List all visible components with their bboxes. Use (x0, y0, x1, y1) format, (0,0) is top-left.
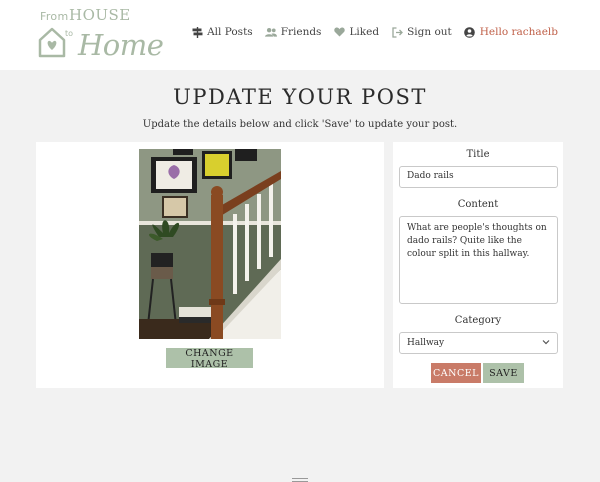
nav-sign-out-label: Sign out (407, 26, 452, 38)
user-circle-icon (464, 26, 476, 38)
page-subtitle: Update the details below and click 'Save… (142, 119, 458, 130)
users-icon (264, 26, 277, 38)
chevron-down-icon (542, 338, 550, 348)
nav-liked[interactable]: Liked (333, 26, 379, 38)
category-label: Category (454, 315, 502, 326)
sign-out-icon (391, 26, 403, 38)
main-nav: All Posts Friends Liked Sign out Hello r… (191, 26, 558, 38)
signpost-icon (191, 26, 203, 38)
post-image (139, 149, 281, 339)
category-select[interactable]: Hallway (399, 332, 558, 354)
nav-all-posts-label: All Posts (207, 26, 253, 38)
navbar: From HOUSE to Home All Posts Friends Lik… (0, 0, 600, 70)
save-button[interactable]: SAVE (483, 363, 524, 383)
site-logo[interactable]: From HOUSE to Home (38, 6, 164, 62)
page-title: UPDATE YOUR POST (173, 85, 427, 109)
cancel-button[interactable]: CANCEL (431, 363, 481, 383)
logo-from: From (40, 10, 69, 23)
content-textarea[interactable]: What are people's thoughts on dado rails… (399, 216, 558, 304)
nav-friends[interactable]: Friends (264, 26, 322, 38)
nav-all-posts[interactable]: All Posts (191, 26, 253, 38)
nav-liked-label: Liked (349, 26, 380, 38)
house-heart-icon (38, 27, 66, 58)
change-image-button[interactable]: CHANGE IMAGE (166, 348, 253, 370)
nav-user-label: Hello rachaelb (479, 26, 558, 38)
nav-sign-out[interactable]: Sign out (391, 26, 452, 38)
logo-house: HOUSE (69, 6, 131, 24)
nav-friends-label: Friends (280, 26, 322, 38)
image-panel: CHANGE IMAGE (36, 142, 384, 388)
nav-user[interactable]: Hello rachaelb (464, 26, 558, 38)
resize-handle[interactable] (292, 478, 308, 482)
title-label: Title (466, 149, 490, 160)
heart-icon (333, 26, 345, 38)
category-selected: Hallway (407, 338, 445, 348)
logo-to: to (65, 29, 74, 38)
content-label: Content (457, 199, 499, 210)
post-form: Title Dado rails Content What are people… (393, 142, 563, 388)
title-input[interactable]: Dado rails (399, 166, 558, 188)
logo-home: Home (78, 28, 164, 62)
